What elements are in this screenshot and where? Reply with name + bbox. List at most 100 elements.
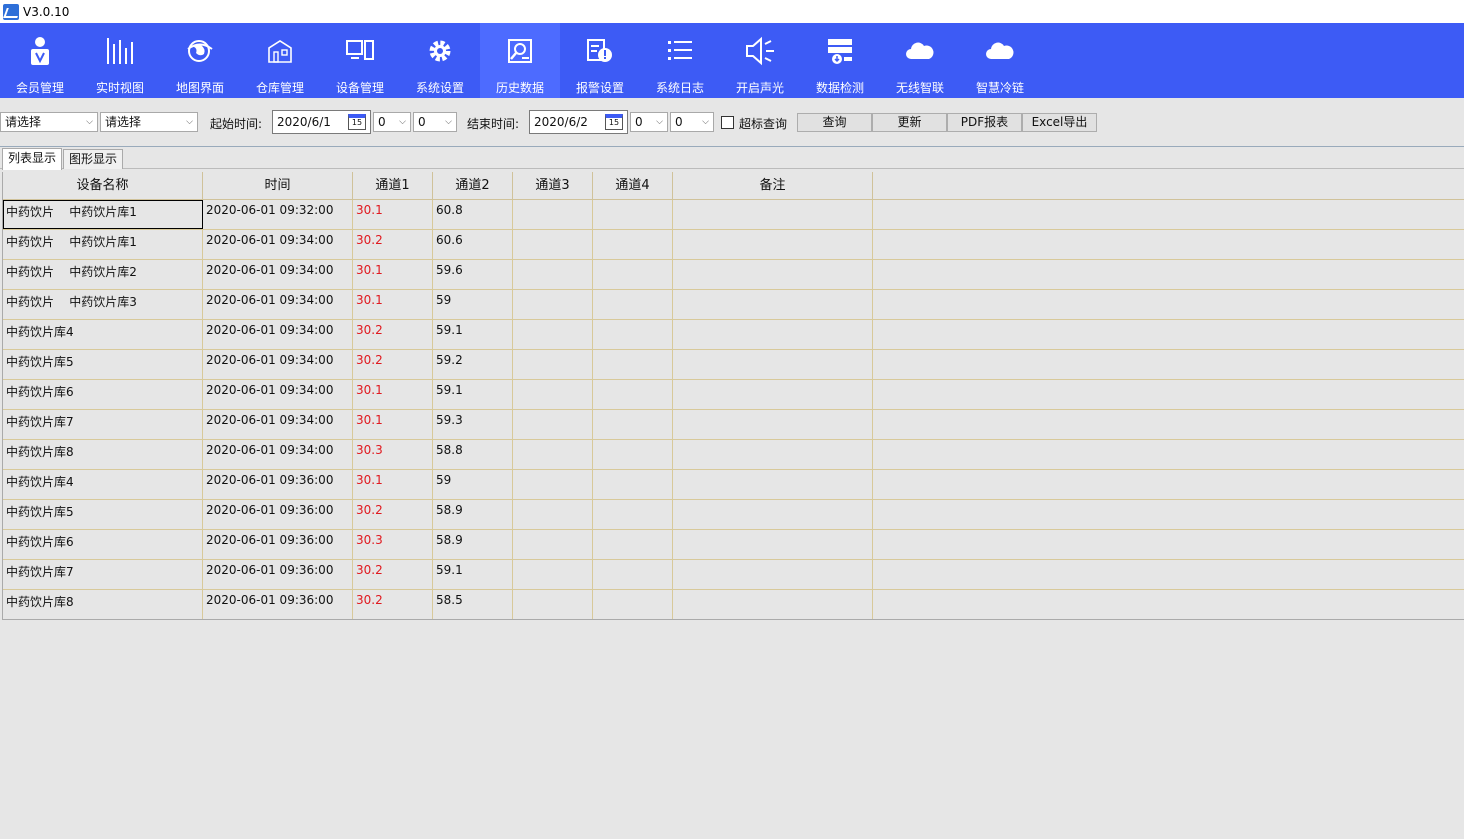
table-cell[interactable]: 中药饮片库7 — [3, 410, 203, 439]
table-cell[interactable]: 2020-06-01 09:34:00 — [203, 440, 353, 469]
toolbar-system-settings[interactable]: 系统设置 — [400, 23, 480, 98]
table-cell[interactable]: 30.3 — [353, 530, 433, 559]
table-cell[interactable] — [593, 320, 673, 349]
calendar-icon[interactable]: 15 — [605, 114, 623, 130]
table-cell[interactable] — [513, 230, 593, 259]
table-cell[interactable]: 30.1 — [353, 470, 433, 499]
table-cell[interactable] — [513, 530, 593, 559]
toolbar-wireless-link[interactable]: 无线智联 — [880, 23, 960, 98]
excel-export-button[interactable]: Excel导出 — [1022, 113, 1097, 132]
toolbar-smart-cold-chain[interactable]: 智慧冷链 — [960, 23, 1040, 98]
table-cell[interactable] — [873, 410, 1464, 439]
table-row[interactable]: 中药饮片 中药饮片库1 2020-06-01 09:34:00 30.2 60.6 — [3, 230, 1464, 260]
tab-list-view[interactable]: 列表显示 — [2, 148, 63, 170]
end-minute-select[interactable]: 0 ⌵ — [670, 112, 714, 132]
table-row[interactable]: 中药饮片库6 2020-06-01 09:36:00 30.3 58.9 — [3, 530, 1464, 560]
table-cell[interactable] — [873, 500, 1464, 529]
toolbar-member-management[interactable]: 会员管理 — [0, 23, 80, 98]
table-cell[interactable]: 中药饮片库5 — [3, 500, 203, 529]
table-cell[interactable]: 中药饮片库5 — [3, 350, 203, 379]
table-cell[interactable]: 58.5 — [433, 590, 513, 619]
table-cell[interactable] — [513, 440, 593, 469]
table-cell[interactable] — [593, 530, 673, 559]
refresh-button[interactable]: 更新 — [872, 113, 947, 132]
table-cell[interactable] — [513, 410, 593, 439]
table-cell[interactable] — [673, 200, 873, 229]
table-cell[interactable] — [593, 200, 673, 229]
table-cell[interactable]: 中药饮片 中药饮片库3 — [3, 290, 203, 319]
table-cell[interactable]: 30.2 — [353, 350, 433, 379]
calendar-icon[interactable]: 15 — [348, 114, 366, 130]
table-cell[interactable] — [873, 470, 1464, 499]
table-cell[interactable] — [873, 440, 1464, 469]
table-cell[interactable] — [673, 290, 873, 319]
table-cell[interactable] — [673, 320, 873, 349]
table-cell[interactable]: 2020-06-01 09:34:00 — [203, 410, 353, 439]
table-cell[interactable] — [513, 590, 593, 619]
table-cell[interactable]: 59.6 — [433, 260, 513, 289]
table-cell[interactable] — [593, 260, 673, 289]
table-row[interactable]: 中药饮片库7 2020-06-01 09:36:00 30.2 59.1 — [3, 560, 1464, 590]
pdf-report-button[interactable]: PDF报表 — [947, 113, 1022, 132]
table-cell[interactable] — [873, 590, 1464, 619]
column-header-time[interactable]: 时间 — [203, 172, 353, 200]
device-group-select[interactable]: 请选择 ⌵ — [0, 112, 98, 132]
table-cell[interactable] — [673, 470, 873, 499]
table-cell[interactable] — [593, 560, 673, 589]
table-cell[interactable]: 59.2 — [433, 350, 513, 379]
tab-chart-view[interactable]: 图形显示 — [63, 149, 124, 169]
table-cell[interactable] — [673, 260, 873, 289]
table-cell[interactable]: 中药饮片 中药饮片库2 — [3, 260, 203, 289]
table-cell[interactable]: 30.2 — [353, 320, 433, 349]
table-cell[interactable]: 59.3 — [433, 410, 513, 439]
table-cell[interactable]: 60.6 — [433, 230, 513, 259]
table-cell[interactable]: 2020-06-01 09:36:00 — [203, 530, 353, 559]
toolbar-system-log[interactable]: 系统日志 — [640, 23, 720, 98]
table-cell[interactable] — [593, 350, 673, 379]
table-row[interactable]: 中药饮片库5 2020-06-01 09:34:00 30.2 59.2 — [3, 350, 1464, 380]
table-cell[interactable]: 中药饮片库6 — [3, 380, 203, 409]
query-button[interactable]: 查询 — [797, 113, 872, 132]
start-hour-select[interactable]: 0 ⌵ — [373, 112, 411, 132]
table-cell[interactable]: 59 — [433, 470, 513, 499]
table-cell[interactable]: 2020-06-01 09:34:00 — [203, 350, 353, 379]
table-cell[interactable]: 58.9 — [433, 530, 513, 559]
table-row[interactable]: 中药饮片 中药饮片库1 2020-06-01 09:32:00 30.1 60.8 — [3, 200, 1464, 230]
table-cell[interactable]: 2020-06-01 09:34:00 — [203, 380, 353, 409]
table-cell[interactable]: 2020-06-01 09:32:00 — [203, 200, 353, 229]
table-cell[interactable]: 59.1 — [433, 320, 513, 349]
table-row[interactable]: 中药饮片库7 2020-06-01 09:34:00 30.1 59.3 — [3, 410, 1464, 440]
table-cell[interactable]: 中药饮片 中药饮片库1 — [3, 230, 203, 259]
table-row[interactable]: 中药饮片库8 2020-06-01 09:36:00 30.2 58.5 — [3, 590, 1464, 620]
table-cell[interactable] — [513, 260, 593, 289]
table-row[interactable]: 中药饮片 中药饮片库3 2020-06-01 09:34:00 30.1 59 — [3, 290, 1464, 320]
table-cell[interactable]: 中药饮片库7 — [3, 560, 203, 589]
table-cell[interactable] — [873, 320, 1464, 349]
table-cell[interactable]: 2020-06-01 09:36:00 — [203, 590, 353, 619]
table-cell[interactable] — [593, 410, 673, 439]
table-cell[interactable] — [593, 470, 673, 499]
table-cell[interactable] — [873, 290, 1464, 319]
device-select[interactable]: 请选择 ⌵ — [100, 112, 198, 132]
table-cell[interactable]: 2020-06-01 09:34:00 — [203, 290, 353, 319]
table-cell[interactable] — [513, 290, 593, 319]
table-cell[interactable]: 60.8 — [433, 200, 513, 229]
table-cell[interactable]: 30.1 — [353, 290, 433, 319]
table-cell[interactable]: 2020-06-01 09:36:00 — [203, 500, 353, 529]
table-cell[interactable] — [593, 380, 673, 409]
table-cell[interactable] — [673, 590, 873, 619]
table-cell[interactable] — [873, 230, 1464, 259]
toolbar-alarm-settings[interactable]: 报警设置 — [560, 23, 640, 98]
toolbar-device-management[interactable]: 设备管理 — [320, 23, 400, 98]
table-cell[interactable] — [873, 200, 1464, 229]
column-header-remark[interactable]: 备注 — [673, 172, 873, 200]
table-cell[interactable] — [513, 500, 593, 529]
table-cell[interactable]: 中药饮片库8 — [3, 590, 203, 619]
toolbar-sound-light[interactable]: 开启声光 — [720, 23, 800, 98]
table-cell[interactable]: 30.2 — [353, 230, 433, 259]
table-cell[interactable] — [513, 470, 593, 499]
table-cell[interactable]: 30.3 — [353, 440, 433, 469]
table-cell[interactable]: 58.9 — [433, 500, 513, 529]
start-minute-select[interactable]: 0 ⌵ — [413, 112, 457, 132]
table-cell[interactable]: 59 — [433, 290, 513, 319]
